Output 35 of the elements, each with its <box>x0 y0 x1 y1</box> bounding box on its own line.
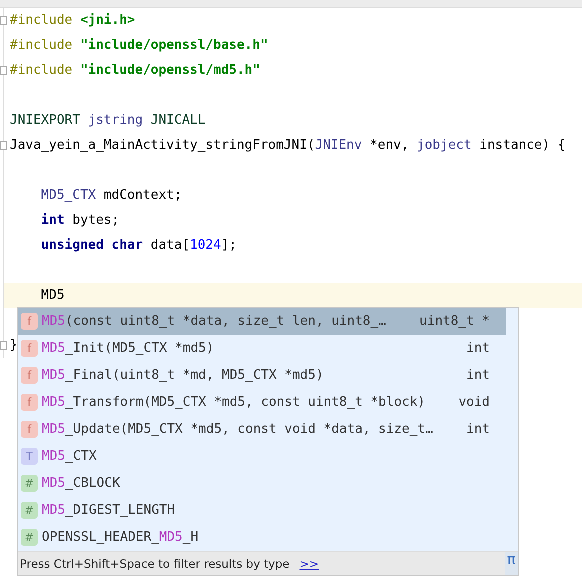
function-icon: f <box>21 394 38 411</box>
function-icon: f <box>21 421 38 438</box>
code-text: #include "include/openssl/base.h" <box>10 38 268 53</box>
code-text: JNIEXPORT jstring JNICALL <box>10 113 206 128</box>
code-text: #include <jni.h> <box>10 13 136 28</box>
function-icon: f <box>21 367 38 384</box>
completion-item[interactable]: # MD5_CBLOCK <box>18 470 506 497</box>
completion-item[interactable]: f MD5_Transform(MD5_CTX *md5, const uint8_t *block) void <box>18 389 506 416</box>
fold-icon[interactable] <box>0 16 7 25</box>
fold-icon[interactable] <box>0 141 7 150</box>
completion-item[interactable]: f MD5_Init(MD5_CTX *md5) int <box>18 335 506 362</box>
fold-icon[interactable] <box>0 341 7 350</box>
macro-icon: # <box>21 529 38 546</box>
function-icon: f <box>21 340 38 357</box>
macro-icon: # <box>21 502 38 519</box>
type-icon: T <box>21 448 38 465</box>
completion-item[interactable]: f MD5(const uint8_t *data, size_t len, uint8_… uint8_t * <box>18 308 506 335</box>
completion-item[interactable]: T MD5_CTX <box>18 443 506 470</box>
code-text: int bytes; <box>40 213 120 228</box>
code-text: unsigned char data[1024]; <box>40 238 237 253</box>
completion-item[interactable]: # OPENSSL_HEADER_MD5_H <box>18 524 506 551</box>
more-link[interactable]: >> <box>300 556 320 570</box>
function-icon: f <box>21 313 38 330</box>
pi-icon[interactable]: π <box>505 552 518 575</box>
fold-icon[interactable] <box>0 66 7 75</box>
code-text: MD5_CTX mdContext; <box>40 188 182 203</box>
code-text: MD5 <box>40 288 65 303</box>
completion-item[interactable]: # MD5_DIGEST_LENGTH <box>18 497 506 524</box>
code-text: #include "include/openssl/md5.h" <box>10 63 260 78</box>
completion-item[interactable]: f MD5_Final(uint8_t *md, MD5_CTX *md5) int <box>18 362 506 389</box>
code-text: Java_yein_a_MainActivity_stringFromJNI(JNIEnv *env, jobject instance) { <box>10 138 566 153</box>
code-text: } <box>10 338 18 353</box>
macro-icon: # <box>21 475 38 492</box>
completion-item[interactable]: f MD5_Update(MD5_CTX *md5, const void *data, size_t… int <box>18 416 506 443</box>
hint-text: Press Ctrl+Shift+Space to filter results by type <box>20 556 290 570</box>
